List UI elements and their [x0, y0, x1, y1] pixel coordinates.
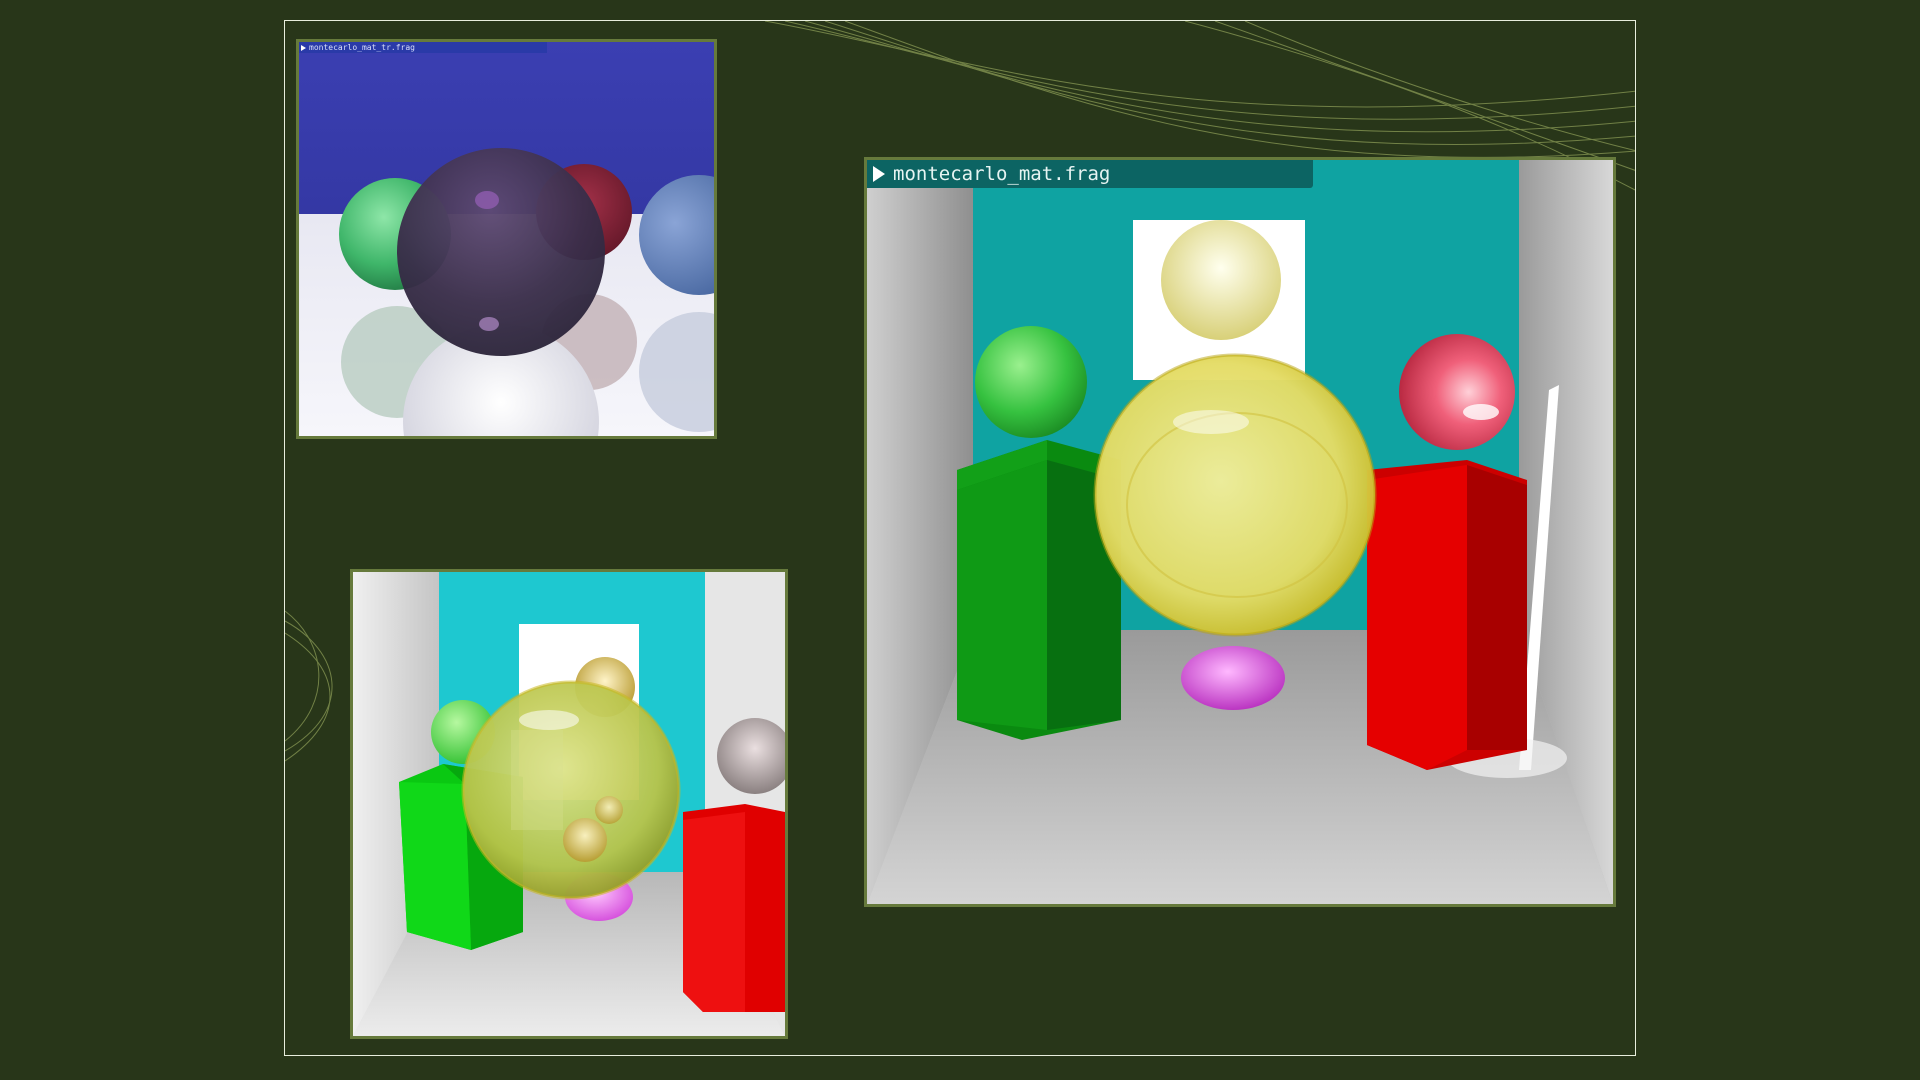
- slide-frame: montecarlo_mat_tr.frag montecarlo_mat.fr…: [284, 20, 1636, 1056]
- render-panel-right: montecarlo_mat.frag: [864, 157, 1616, 907]
- render-panel-top-left: montecarlo_mat_tr.frag: [296, 39, 717, 439]
- play-icon[interactable]: [873, 166, 885, 182]
- play-icon[interactable]: [301, 44, 306, 51]
- render-image-translucent-spheres: [299, 42, 714, 436]
- window-title-bar[interactable]: montecarlo_mat_tr.frag: [299, 42, 547, 53]
- window-title-bar[interactable]: montecarlo_mat.frag: [867, 160, 1313, 188]
- render-image-cornell-box-yellow-glass: [867, 160, 1613, 904]
- window-title: montecarlo_mat.frag: [893, 163, 1111, 185]
- render-image-cornell-box-cyan: [353, 572, 785, 1036]
- render-panel-bottom-left: [350, 569, 788, 1039]
- window-title: montecarlo_mat_tr.frag: [309, 43, 415, 52]
